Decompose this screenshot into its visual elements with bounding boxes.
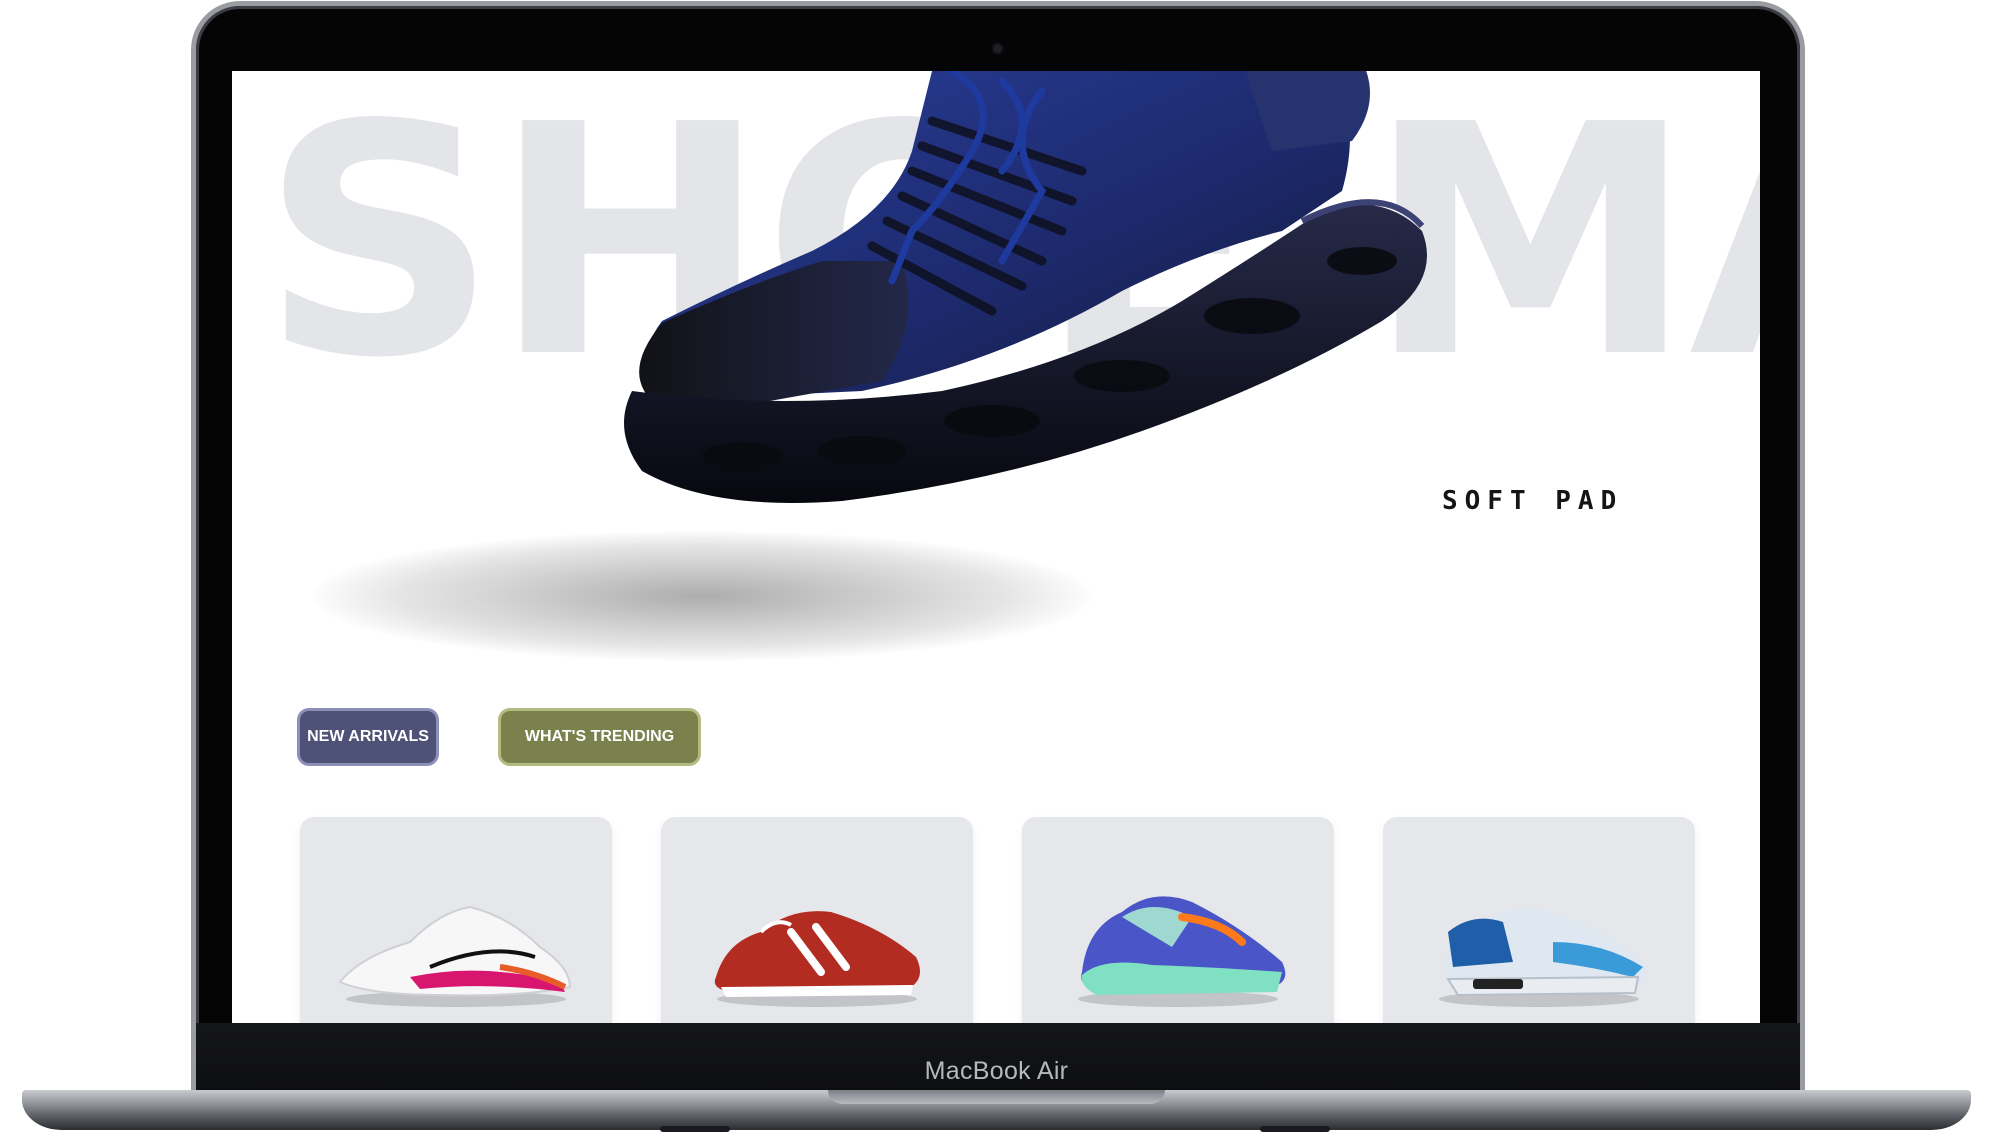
laptop-mockup: SHOE MALL	[0, 0, 1993, 1138]
whats-trending-button[interactable]: WHAT'S TRENDING	[501, 711, 698, 763]
laptop-foot	[1260, 1126, 1330, 1132]
webcam-icon	[993, 44, 1002, 53]
hero-tagline: SOFT PAD	[1442, 486, 1624, 516]
laptop-foot	[660, 1126, 730, 1132]
blue-green-basketball-shoe-icon	[1078, 896, 1286, 1007]
new-arrivals-button[interactable]: NEW ARRIVALS	[300, 711, 436, 763]
product-card[interactable]	[1022, 817, 1334, 1023]
website-screen: SHOE MALL	[232, 71, 1760, 1023]
product-card[interactable]	[1383, 817, 1695, 1023]
product-card[interactable]	[661, 817, 973, 1023]
laptop-hinge-notch	[828, 1090, 1165, 1104]
product-card[interactable]	[300, 817, 612, 1023]
device-label: MacBook Air	[924, 1057, 1069, 1085]
hero-shoe-image	[624, 71, 1427, 504]
blue-air-sneaker-icon	[1439, 908, 1647, 1007]
red-sneaker-icon	[714, 911, 920, 1007]
white-running-shoe-icon	[338, 905, 572, 1007]
